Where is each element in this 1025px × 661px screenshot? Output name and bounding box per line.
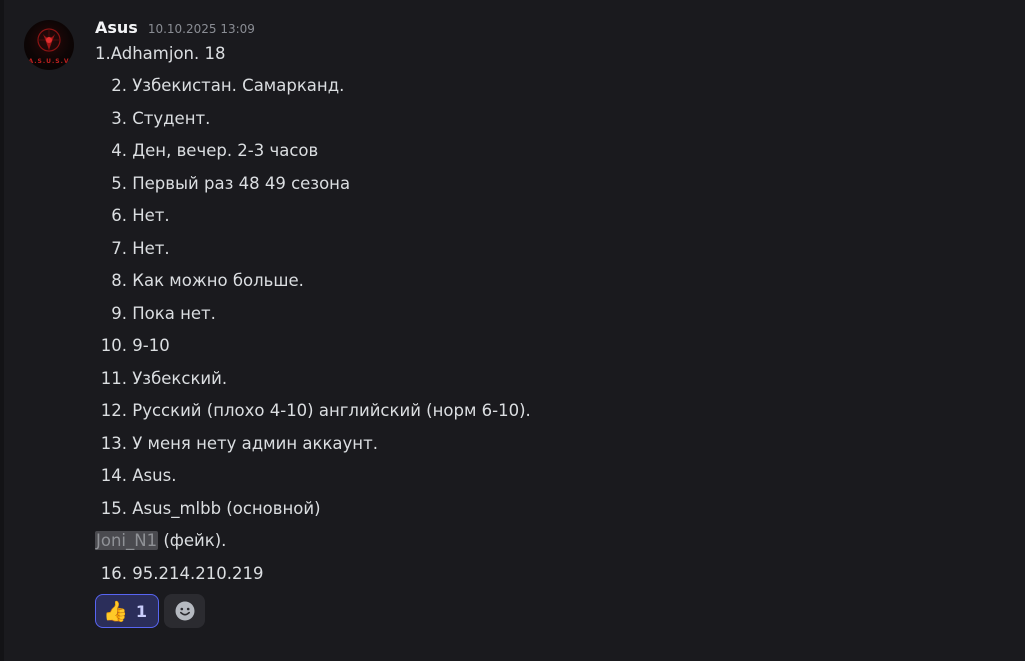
line-number: 14. <box>100 466 127 485</box>
line-text: Первый раз 48 49 сезона <box>132 173 351 193</box>
avatar-label: A.S.U.S.V <box>28 58 70 65</box>
line-number: 2. <box>111 76 127 95</box>
add-reaction-button[interactable] <box>164 594 205 628</box>
line-number: 15. <box>100 498 127 518</box>
user-mention[interactable]: Joni_N1 <box>95 531 159 550</box>
message-line: 11. Узбекский. <box>95 363 995 396</box>
line-number: 12. <box>100 401 127 420</box>
line-text: Русский (плохо 4-10) английский (норм 6-… <box>132 401 531 420</box>
mention-line: Joni_N1 (фейк). <box>95 525 995 558</box>
smiley-icon <box>175 601 194 621</box>
window-edge <box>0 0 4 661</box>
line-text: Нет. <box>132 238 170 258</box>
line-number: 8. <box>111 271 127 290</box>
line-text: 9-10 <box>132 336 170 355</box>
line-text: Узбекский. <box>132 368 228 388</box>
message-line: 14. Asus. <box>95 460 995 493</box>
message-line: 2. Узбекистан. Самарканд. <box>95 70 995 103</box>
message-line: 12. Русский (плохо 4-10) английский (нор… <box>95 395 995 428</box>
line-text: Студент. <box>132 108 211 128</box>
message-line: 13. У меня нету админ аккаунт. <box>95 428 995 461</box>
message-line: 3. Студент. <box>95 103 995 136</box>
line-number: 5. <box>111 173 127 193</box>
reactions-bar: 👍 1 <box>95 594 995 628</box>
message-line: 9. Пока нет. <box>95 298 995 331</box>
line-number: 11. <box>100 368 127 388</box>
message-line: 8. Как можно больше. <box>95 265 995 298</box>
username[interactable]: Asus <box>95 18 138 37</box>
line-number: 10. <box>100 336 127 355</box>
line-text: Нет. <box>132 206 170 225</box>
message-line: 5. Первый раз 48 49 сезона <box>95 168 995 201</box>
line-text: Asus_mlbb (основной) <box>132 498 321 518</box>
line-text: 95.214.210.219 <box>132 563 264 583</box>
line-text: Ден, вечер. 2-3 часов <box>132 141 319 160</box>
line-text: Adhamjon. 18 <box>110 44 226 63</box>
line-number: 9. <box>111 303 127 323</box>
message-line: 4. Ден, вечер. 2-3 часов <box>95 135 995 168</box>
reaction-count: 1 <box>135 601 148 621</box>
line-text: У меня нету админ аккаунт. <box>132 433 378 453</box>
message-line: 15. Asus_mlbb (основной) <box>95 493 995 526</box>
avatar[interactable]: A.S.U.S.V <box>24 20 74 70</box>
line-text: Как можно больше. <box>132 271 304 290</box>
message-body: 1.Adhamjon. 18 2. Узбекистан. Самарканд.… <box>95 44 995 590</box>
line-text: Пока нет. <box>132 303 216 323</box>
timestamp[interactable]: 10.10.2025 13:09 <box>148 22 255 36</box>
line-number: 6. <box>111 206 127 225</box>
thumbs-up-icon: 👍 <box>103 599 128 623</box>
line-number: 3. <box>111 108 127 128</box>
line-number: 16. <box>100 563 127 583</box>
reaction-thumbs-up[interactable]: 👍 1 <box>95 594 159 628</box>
message-line: 7. Нет. <box>95 233 995 266</box>
line-number: 7. <box>111 238 127 258</box>
line-number: 13. <box>100 433 127 453</box>
message-header: Asus 10.10.2025 13:09 <box>95 18 995 42</box>
line-number: 1. <box>95 44 111 63</box>
message-line: 1.Adhamjon. 18 <box>95 44 995 70</box>
line-number: 4. <box>111 141 127 160</box>
message-line: 16. 95.214.210.219 <box>95 558 995 591</box>
line-text: Asus. <box>132 466 177 485</box>
message-line: 10. 9-10 <box>95 330 995 363</box>
line-text: Узбекистан. Самарканд. <box>132 76 345 95</box>
message-content: Asus 10.10.2025 13:09 1.Adhamjon. 18 2. … <box>95 18 995 628</box>
message-line: 6. Нет. <box>95 200 995 233</box>
line-text: (фейк). <box>158 531 227 550</box>
